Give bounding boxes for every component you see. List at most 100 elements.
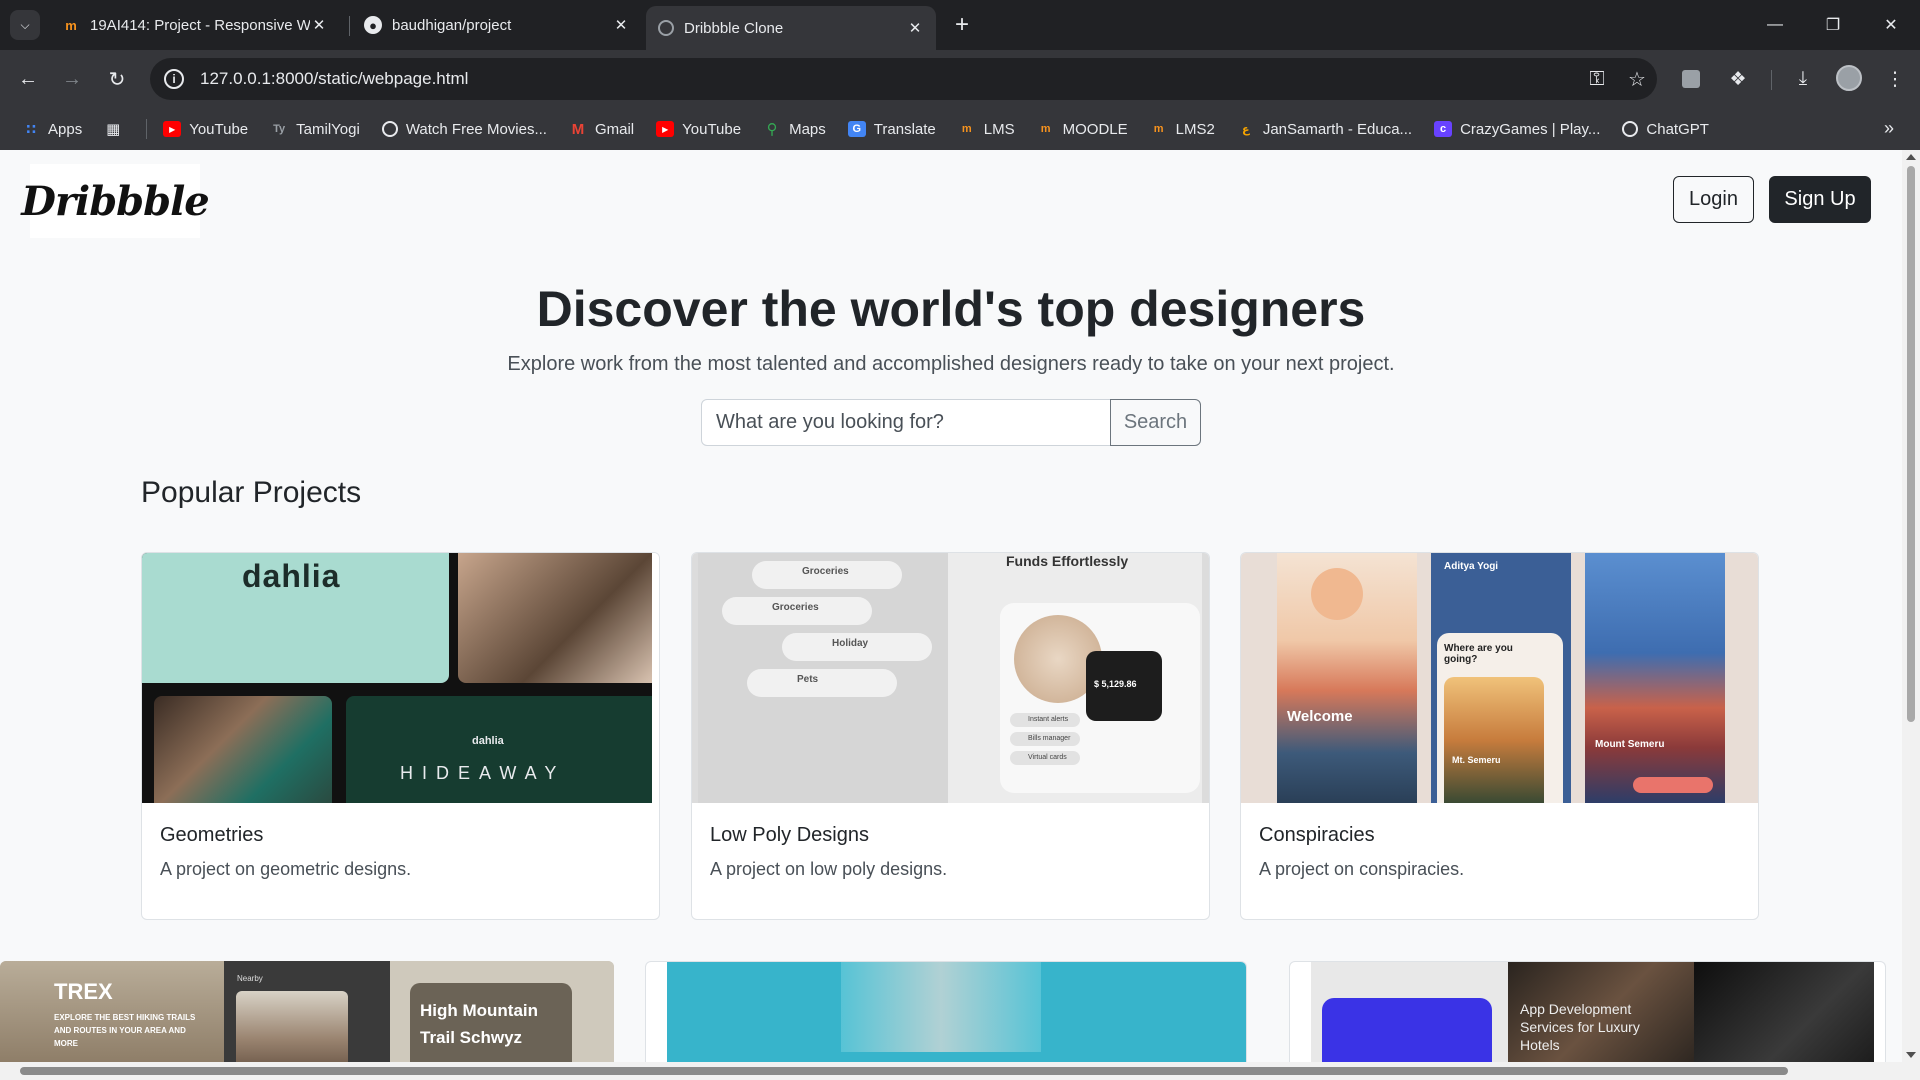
site-info-icon[interactable]: i: [164, 69, 184, 89]
arrow-right-icon: →: [62, 67, 82, 90]
tab-project[interactable]: m 19AI414: Project - Responsive W ✕: [50, 6, 340, 44]
bookmark-label: Apps: [48, 120, 83, 138]
bookmark-label: TamilYogi: [296, 120, 360, 138]
bookmark-separator: [146, 119, 148, 139]
site-logo[interactable]: Dribbble: [21, 164, 210, 238]
bookmark-crazygames[interactable]: c CrazyGames | Play...: [1434, 121, 1600, 138]
extensions-icon[interactable]: ❖: [1723, 64, 1753, 94]
reload-button[interactable]: ↻: [102, 64, 132, 94]
bookmark-gmail[interactable]: M Gmail: [569, 121, 634, 138]
thumb-photo-woman: [458, 553, 652, 683]
extension-app-icon[interactable]: [1676, 64, 1706, 94]
bookmark-chatgpt[interactable]: ChatGPT: [1622, 121, 1709, 138]
horizontal-scrollbar[interactable]: [0, 1062, 1920, 1080]
bookmark-label: Translate: [873, 120, 936, 138]
vertical-scroll-thumb[interactable]: [1907, 166, 1915, 722]
project-card-trex[interactable]: TREX EXPLORE THE BEST HIKING TRAILS AND …: [0, 961, 614, 1062]
bookmark-lms[interactable]: m LMS: [958, 121, 1015, 138]
address-bar[interactable]: i 127.0.0.1:8000/static/webpage.html ⚿ ☆: [150, 58, 1657, 100]
thumb-question: Where are you going?: [1444, 643, 1513, 665]
youtube-icon: ▶: [163, 121, 182, 137]
github-icon: ●: [364, 16, 382, 34]
bookmark-youtube-2[interactable]: ▶ YouTube: [656, 121, 741, 138]
login-button[interactable]: Login: [1673, 176, 1754, 223]
horizontal-scroll-thumb[interactable]: [20, 1067, 1788, 1075]
bookmark-youtube[interactable]: ▶ YouTube: [163, 121, 248, 138]
bookmark-translate[interactable]: G Translate: [847, 120, 936, 138]
section-title: Popular Projects: [141, 476, 362, 509]
bookmark-tab-groups[interactable]: ▦: [104, 121, 130, 138]
close-icon[interactable]: ✕: [310, 16, 328, 34]
close-window-button[interactable]: ✕: [1871, 10, 1911, 40]
project-description: A project on conspiracies.: [1259, 859, 1465, 879]
download-icon[interactable]: ⤓: [1788, 64, 1818, 94]
star-icon[interactable]: ☆: [1617, 67, 1657, 92]
project-card-low-poly[interactable]: Groceries Groceries Holiday Pets Funds E…: [691, 552, 1210, 920]
bookmark-jansamarth[interactable]: ع JanSamarth - Educa...: [1237, 121, 1412, 138]
thumb-place: Mt. Semeru: [1452, 755, 1501, 765]
bookmark-moodle[interactable]: m MOODLE: [1037, 121, 1128, 138]
project-card-appdev[interactable]: App Development Services for Luxury Hote…: [1289, 961, 1886, 1062]
thumb-welcome-text: Welcome: [1287, 708, 1353, 725]
thumb-option-alerts: Instant alerts: [1010, 713, 1080, 727]
url-text[interactable]: 127.0.0.1:8000/static/webpage.html: [200, 69, 1577, 89]
restore-button[interactable]: ❐: [1813, 10, 1853, 40]
chevron-double-right-icon[interactable]: »: [1884, 118, 1894, 139]
chevron-down-icon: ⌵: [20, 17, 30, 32]
bookmark-label: Gmail: [594, 120, 635, 138]
signup-button[interactable]: Sign Up: [1769, 176, 1871, 223]
close-icon[interactable]: ✕: [906, 19, 924, 37]
tab-search-button[interactable]: ⌵: [10, 10, 40, 40]
thumb-dark-green-panel: [346, 696, 652, 803]
search-input[interactable]: [701, 399, 1111, 446]
thumb-item-pets: Pets: [747, 669, 897, 697]
bookmark-tamilyogi[interactable]: Ty TamilYogi: [270, 121, 360, 138]
maps-icon: ⚲: [766, 121, 778, 138]
jansamarth-icon: ع: [1242, 123, 1250, 136]
search-button[interactable]: Search: [1110, 399, 1201, 446]
project-card-cyan[interactable]: [645, 961, 1247, 1062]
bookmark-watch-free-movies[interactable]: Watch Free Movies...: [381, 121, 547, 138]
project-title: Conspiracies: [1259, 824, 1375, 846]
thumb-amount-card: $ 5,129.86: [1086, 651, 1162, 721]
bookmark-lms2[interactable]: m LMS2: [1150, 121, 1215, 138]
thumb-mountain-photo: [1444, 677, 1544, 803]
scroll-down-icon[interactable]: [1906, 1052, 1916, 1058]
project-card-conspiracies[interactable]: Welcome Aditya Yogi Where are you going?…: [1240, 552, 1759, 920]
bookmark-maps[interactable]: ⚲ Maps: [763, 121, 826, 139]
toolbar-separator: [1771, 70, 1772, 90]
bookmark-apps[interactable]: ∷ Apps: [22, 121, 82, 138]
profile-avatar[interactable]: [1836, 65, 1862, 91]
thumb-trex-subtitle: EXPLORE THE BEST HIKING TRAILS AND ROUTE…: [54, 1013, 196, 1048]
back-button[interactable]: ←: [13, 64, 43, 94]
thumb-mount-name: Mount Semeru: [1595, 739, 1665, 750]
thumb-appdev-dark: [1694, 962, 1874, 1062]
thumb-sun: [1311, 568, 1363, 620]
thumb-finance-heading: Funds Effortlessly: [1006, 553, 1129, 569]
tab-github[interactable]: ● baudhigan/project ✕: [352, 6, 642, 44]
project-description: A project on low poly designs.: [710, 859, 948, 879]
vertical-scrollbar[interactable]: [1902, 150, 1920, 1062]
thumb-dahlia-small: dahlia: [472, 735, 504, 747]
browser-toolbar: ← → ↻ i 127.0.0.1:8000/static/webpage.ht…: [0, 50, 1920, 108]
minimize-button[interactable]: —: [1755, 10, 1795, 40]
tamilyogi-icon: Ty: [273, 123, 286, 135]
project-card-geometries[interactable]: dahlia dahlia HIDEAWAY Geometries A proj…: [141, 552, 660, 920]
tab-bar: ⌵ m 19AI414: Project - Responsive W ✕ ● …: [0, 0, 1920, 50]
bookmarks-bar: ∷ Apps ▦ ▶ YouTube Ty TamilYogi Watch Fr…: [0, 108, 1920, 150]
tab-dribbble-clone[interactable]: Dribbble Clone ✕: [646, 6, 936, 50]
close-icon[interactable]: ✕: [612, 16, 630, 34]
arrow-left-icon: ←: [18, 67, 38, 90]
scroll-up-icon[interactable]: [1906, 154, 1916, 160]
thumb-glass-shape: [841, 962, 1041, 1052]
bookmark-label: YouTube: [682, 120, 742, 138]
tab-title: 19AI414: Project - Responsive W: [90, 16, 310, 34]
new-tab-button[interactable]: +: [947, 10, 977, 40]
menu-kebab-icon[interactable]: ⋮: [1880, 64, 1910, 94]
thumb-nearby-photo: [236, 991, 348, 1062]
bookmark-label: MOODLE: [1062, 120, 1128, 138]
thumb-photo-sunglasses: [154, 696, 332, 803]
forward-button[interactable]: →: [57, 64, 87, 94]
thumb-item-groceries-2: Groceries: [722, 597, 872, 625]
key-icon[interactable]: ⚿: [1577, 68, 1617, 91]
